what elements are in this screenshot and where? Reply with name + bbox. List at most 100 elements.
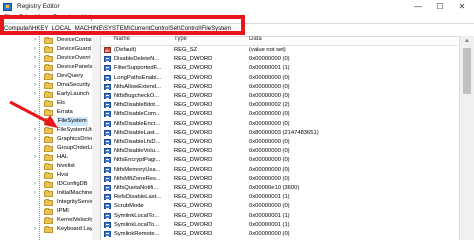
value-data: 0x00000000 (0) — [249, 56, 290, 63]
value-name: NtfsDisableLast... — [114, 129, 160, 136]
close-button[interactable]: ✕ — [451, 0, 473, 14]
value-name: ScrubMode — [114, 203, 144, 210]
binary-value-icon — [104, 56, 111, 63]
value-data: 0x00000e10 (3600) — [249, 185, 300, 191]
value-data: 0x00000000 (0) — [249, 148, 290, 155]
value-name: NtfsDisable8dot... — [114, 102, 160, 109]
value-type: REG_DWORD — [174, 157, 213, 164]
value-type: REG_DWORD — [174, 203, 213, 210]
folder-icon — [44, 136, 53, 143]
value-type: REG_DWORD — [174, 185, 213, 191]
folder-icon — [44, 109, 53, 116]
value-row[interactable]: NtfsDisableCom... REG_DWORD 0x00000000 (0) — [101, 110, 458, 118]
binary-value-icon — [104, 231, 111, 237]
folder-icon — [44, 55, 53, 62]
key-tree-pane[interactable]: › DeviceContai › DeviceGuard › DeviceOverri › D… — [0, 36, 93, 240]
scroll-up-icon[interactable]: ▲ — [464, 38, 470, 44]
tree-item-label: DeviceGuard — [57, 46, 91, 52]
folder-icon — [44, 190, 53, 197]
folder-icon — [44, 181, 53, 188]
value-type: REG_DWORD — [174, 56, 213, 63]
value-type: REG_DWORD — [174, 93, 213, 99]
tree-item-label: FileSystemUtil — [57, 127, 93, 133]
column-header-data[interactable]: Data — [249, 36, 262, 42]
value-data: 0x00000002 (2) — [249, 102, 290, 109]
value-row[interactable]: ScrubMode REG_DWORD 0x00000000 (0) — [101, 202, 458, 210]
tree-item-label: HAL — [57, 154, 69, 160]
folder-icon — [44, 226, 53, 233]
value-row[interactable]: NtfsEncryptPagi... REG_DWORD 0x00000000 (0… — [101, 156, 458, 164]
binary-value-icon — [104, 157, 111, 164]
value-data: 0x00000000 (0) — [249, 175, 290, 182]
value-data: 0x00000001 (1) — [249, 221, 290, 228]
pane-splitter[interactable] — [92, 36, 101, 240]
value-name: NtfsDisableCom... — [114, 111, 161, 118]
value-data: 0x00000000 (0) — [249, 93, 290, 99]
value-row[interactable]: NtfsBugcheckO... REG_DWORD 0x00000000 (0) — [101, 92, 458, 100]
value-row[interactable]: SymlinkRemote... REG_DWORD 0x00000000 (0) — [101, 230, 458, 238]
folder-icon — [44, 37, 53, 44]
value-row[interactable]: SymlinkLocalTo... REG_DWORD 0x00000001 (1) — [101, 212, 458, 220]
value-name: SymlinkLocalTo... — [114, 221, 160, 228]
value-data: 0x80000003 (2147483651) — [249, 129, 319, 136]
tree-item-label: DeviceContai — [57, 37, 92, 43]
value-row[interactable]: (Default) REG_SZ (value not set) — [101, 46, 458, 55]
value-row[interactable]: NtfsAllowExtend... REG_DWORD 0x00000000 (0… — [101, 83, 458, 91]
value-row[interactable]: NtfsMftZoneRes... REG_DWORD 0x00000000 (0) — [101, 175, 458, 183]
value-type: REG_DWORD — [174, 102, 213, 109]
value-type: REG_DWORD — [174, 139, 213, 145]
folder-icon — [44, 217, 53, 224]
minimize-button[interactable]: — — [407, 0, 429, 14]
column-header-type[interactable]: Type — [174, 36, 187, 42]
list-header: Name Type Data — [101, 36, 458, 46]
value-row[interactable]: LongPathsEnabl... REG_DWORD 0x00000000 (0) — [101, 74, 458, 82]
value-type: REG_DWORD — [174, 83, 213, 90]
address-highlight-box — [0, 15, 245, 35]
value-data: 0x00000000 (0) — [249, 157, 290, 164]
maximize-button[interactable]: ☐ — [429, 0, 451, 14]
value-name: NtfsDisableEncr... — [114, 120, 161, 127]
value-row[interactable]: SymlinkLocalTo... REG_DWORD 0x00000001 (1) — [101, 221, 458, 229]
value-type: REG_DWORD — [174, 74, 213, 81]
tree-item-label: DeviceOverri — [57, 55, 91, 61]
folder-icon — [44, 91, 53, 98]
folder-icon — [44, 82, 53, 89]
folder-icon — [44, 154, 53, 161]
vertical-scrollbar[interactable]: ▲ — [459, 36, 474, 240]
value-row[interactable]: DisableDeleteN... REG_DWORD 0x00000000 (0) — [101, 55, 458, 63]
value-type: REG_DWORD — [174, 221, 213, 228]
value-row[interactable]: NtfsDisableLfsD... REG_DWORD 0x00000000 (0… — [101, 138, 458, 146]
value-name: NtfsMemoryUsa... — [114, 166, 161, 173]
binary-value-icon — [104, 203, 111, 210]
value-row[interactable]: NtfsDisableVolu... REG_DWORD 0x00000000 (0… — [101, 147, 458, 155]
value-data: 0x00000001 (1) — [249, 65, 290, 72]
value-row[interactable]: NtfsDisable8dot... REG_DWORD 0x00000002 (2… — [101, 101, 458, 109]
value-data: 0x00000000 (0) — [249, 111, 290, 118]
string-value-icon — [104, 47, 111, 55]
registry-icon — [3, 3, 12, 11]
value-row[interactable]: NtfsDisableEncr... REG_DWORD 0x00000000 (0… — [101, 120, 458, 128]
value-name: DisableDeleteN... — [114, 56, 160, 63]
tree-item-label: FileSystem — [57, 117, 88, 126]
tree-item-label: Keyboard Layo — [57, 226, 93, 232]
value-type: REG_DWORD — [174, 194, 213, 201]
value-row[interactable]: NtfsQuotaNotifi... REG_DWORD 0x00000e10 (3… — [101, 184, 458, 192]
binary-value-icon — [104, 148, 111, 155]
value-row[interactable]: NtfsDisableLast... REG_DWORD 0x80000003 (2… — [101, 129, 458, 137]
tree-item-label: GraphicsDriver — [57, 136, 93, 142]
values-list-pane[interactable]: Name Type Data (Default) REG_SZ (value not… — [101, 36, 458, 240]
scroll-thumb[interactable] — [463, 48, 471, 94]
value-row[interactable]: FilterSupportedF... REG_DWORD 0x00000001 (… — [101, 64, 458, 72]
value-row[interactable]: NtfsMemoryUsa... REG_DWORD 0x00000000 (0) — [101, 166, 458, 174]
binary-value-icon — [104, 102, 111, 109]
binary-value-icon — [104, 93, 111, 99]
binary-value-icon — [104, 74, 111, 81]
value-row[interactable]: RefsDisableLast... REG_DWORD 0x00000001 (1… — [101, 193, 458, 201]
folder-icon — [44, 172, 53, 179]
folder-icon — [44, 127, 53, 134]
title-bar: Registry Editor — ☐ ✕ — [0, 0, 474, 15]
value-type: REG_DWORD — [174, 212, 213, 219]
binary-value-icon — [104, 212, 111, 219]
folder-icon — [44, 163, 53, 170]
column-header-name[interactable]: Name — [114, 36, 130, 42]
